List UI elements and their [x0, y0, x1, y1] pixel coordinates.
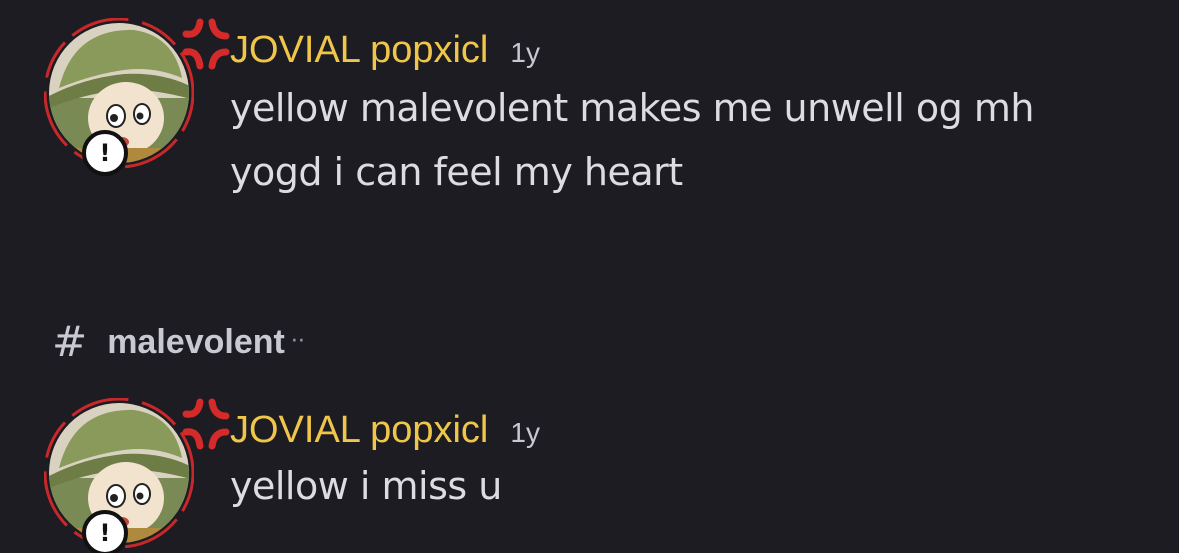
channel-name: malevolent — [107, 323, 285, 361]
chat-screen: ! JOVIAL popxicl 1y yellow malevolent ma… — [0, 0, 1179, 553]
username[interactable]: JOVIAL popxicl — [230, 408, 488, 452]
hash-icon: # — [52, 317, 88, 366]
anger-mark-icon — [182, 18, 230, 70]
channel-label[interactable]: # malevolent ·· — [52, 320, 305, 364]
timestamp: 1y — [510, 37, 540, 68]
message-content: JOVIAL popxicl 1y yellow malevolent make… — [230, 28, 1034, 203]
avatar[interactable]: ! — [44, 18, 230, 176]
exclamation-icon: ! — [82, 130, 128, 176]
timestamp: 1y — [510, 417, 540, 448]
message-header: JOVIAL popxicl 1y — [230, 28, 1034, 75]
message-header: JOVIAL popxicl 1y — [230, 408, 540, 455]
message-line: yellow malevolent makes me unwell og mh — [230, 86, 1034, 130]
message-line: yellow i miss u — [230, 464, 502, 508]
message-line: yogd i can feel my heart — [230, 150, 683, 194]
exclamation-icon: ! — [82, 510, 128, 553]
username[interactable]: JOVIAL popxicl — [230, 28, 488, 72]
message-content: JOVIAL popxicl 1y yellow i miss u — [230, 408, 540, 517]
anger-mark-icon — [182, 398, 230, 450]
avatar[interactable]: ! — [44, 398, 230, 553]
channel-dots: ·· — [290, 329, 305, 354]
